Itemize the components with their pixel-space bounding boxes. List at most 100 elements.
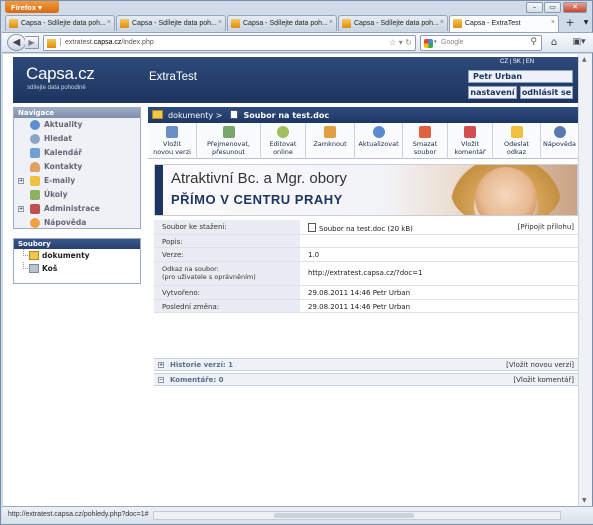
scroll-thumb[interactable] bbox=[274, 513, 414, 518]
help-button[interactable]: Nápověda bbox=[541, 123, 578, 159]
capsa-favicon-icon bbox=[231, 19, 240, 28]
sidebar-item-aktuality[interactable]: Aktuality bbox=[14, 118, 140, 132]
sidebar-item-ukoly[interactable]: Úkoly bbox=[14, 188, 140, 202]
minimize-button[interactable]: – bbox=[526, 2, 543, 13]
expand-icon[interactable]: + bbox=[18, 178, 24, 184]
site-favicon-icon bbox=[47, 39, 56, 48]
comments-section[interactable]: − Komentáře: 0 [Vložit komentář] bbox=[154, 373, 578, 386]
browser-tab-active[interactable]: Capsa - ExtraTest × bbox=[449, 15, 559, 32]
sidebar-item-kontakty[interactable]: Kontakty bbox=[14, 160, 140, 174]
rename-move-button[interactable]: Přejmenovat, přesunout bbox=[197, 123, 261, 159]
add-version-link[interactable]: [Vložit novou verzi] bbox=[506, 361, 574, 369]
site-header: Capsa.cz sdílejte data pohodlně ExtraTes… bbox=[13, 57, 578, 103]
admin-icon bbox=[30, 204, 40, 214]
tab-label: Capsa - Sdílejte data poh... bbox=[354, 20, 439, 27]
new-tab-button[interactable]: + bbox=[562, 16, 578, 30]
add-comment-button[interactable]: Vložit komentář bbox=[448, 123, 493, 159]
info-row-created: Vytvořeno: 29.08.2011 14:46 Petr Urban bbox=[154, 286, 578, 300]
vertical-scrollbar[interactable]: ▲ ▼ bbox=[578, 54, 592, 506]
lock-icon bbox=[324, 126, 336, 138]
close-window-button[interactable]: ✕ bbox=[563, 2, 587, 13]
bookmark-star-icon[interactable]: ☆ bbox=[389, 38, 396, 47]
back-arrow-icon[interactable]: ◀ bbox=[7, 34, 26, 51]
forward-arrow-icon[interactable]: ▶ bbox=[25, 36, 39, 49]
send-link-button[interactable]: Odeslat odkaz bbox=[493, 123, 541, 159]
url-text: extratest.capsa.cz/index.php bbox=[65, 39, 154, 46]
help-icon bbox=[30, 218, 40, 228]
info-row-modified: Poslední změna: 29.08.2011 14:46 Petr Ur… bbox=[154, 300, 578, 313]
url-bar[interactable]: | extratest.capsa.cz/index.php ☆ ▾ ↻ bbox=[43, 35, 416, 51]
close-tab-icon[interactable]: × bbox=[551, 19, 555, 26]
home-icon[interactable]: ⌂ bbox=[546, 35, 562, 51]
info-row-link: Odkaz na soubor: (pro uživatele s oprávn… bbox=[154, 262, 578, 286]
sidebar-item-administrace[interactable]: + Administrace bbox=[14, 202, 140, 216]
settings-button[interactable]: nastavení bbox=[468, 86, 517, 99]
browser-window: Firefox ▾ – ▭ ✕ Capsa - Sdílejte data po… bbox=[0, 0, 593, 525]
google-icon[interactable] bbox=[424, 39, 433, 48]
logout-button[interactable]: odhlásit se bbox=[520, 86, 573, 99]
tab-strip: Capsa - Sdílejte data poh... × Capsa - Sd… bbox=[5, 15, 591, 32]
site-name: ExtraTest bbox=[149, 71, 197, 83]
addon-bar-icon[interactable]: ▣▾ bbox=[568, 35, 590, 51]
close-tab-icon[interactable]: × bbox=[329, 19, 333, 26]
close-tab-icon[interactable]: × bbox=[107, 19, 111, 26]
refresh-button[interactable]: Aktualizovat bbox=[355, 123, 403, 159]
folder-kos[interactable]: Koš bbox=[14, 262, 140, 275]
delete-file-button[interactable]: Smazat soubor bbox=[403, 123, 448, 159]
banner-line-1: Atraktivní Bc. a Mgr. obory bbox=[171, 170, 347, 187]
navigation-bar: ◀ ▶ | extratest.capsa.cz/index.php ☆ ▾ ↻… bbox=[2, 32, 593, 53]
lock-button[interactable]: Zamknout bbox=[306, 123, 355, 159]
scroll-up-icon[interactable]: ▲ bbox=[582, 56, 587, 63]
breadcrumb-folder[interactable]: dokumenty > bbox=[168, 111, 222, 120]
upload-version-button[interactable]: Vložit novou verzi bbox=[148, 123, 197, 159]
firefox-menu-button[interactable]: Firefox ▾ bbox=[5, 1, 59, 13]
breadcrumb: dokumenty > Soubor na test.doc bbox=[148, 107, 578, 123]
expand-icon[interactable]: + bbox=[18, 206, 24, 212]
sidebar-item-emaily[interactable]: + E-maily bbox=[14, 174, 140, 188]
sidebar-item-napoveda[interactable]: Nápověda bbox=[14, 216, 140, 230]
banner-line-2: PŘÍMO V CENTRU PRAHY bbox=[171, 192, 343, 207]
add-comment-link[interactable]: [Vložit komentář] bbox=[513, 376, 574, 384]
folder-dokumenty[interactable]: dokumenty bbox=[14, 249, 140, 262]
calendar-icon bbox=[30, 148, 40, 158]
capsa-logo[interactable]: Capsa.cz bbox=[26, 64, 95, 84]
page-viewport: Capsa.cz sdílejte data pohodlně ExtraTes… bbox=[3, 54, 592, 506]
sidebar-item-kalendar[interactable]: Kalendář bbox=[14, 146, 140, 160]
refresh-icon bbox=[372, 126, 385, 138]
maximize-button[interactable]: ▭ bbox=[544, 2, 561, 13]
info-row-description: Popis: bbox=[154, 235, 578, 248]
folder-icon bbox=[152, 110, 163, 119]
close-tab-icon[interactable]: × bbox=[218, 19, 222, 26]
attach-file-link[interactable]: [Připojit přílohu] bbox=[518, 223, 574, 231]
browser-tab[interactable]: Capsa - Sdílejte data poh... × bbox=[227, 15, 337, 31]
reload-icon[interactable]: ↻ bbox=[405, 38, 412, 47]
browser-tab[interactable]: Capsa - Sdílejte data poh... × bbox=[116, 15, 226, 31]
files-panel: Soubory dokumenty Koš bbox=[13, 238, 141, 284]
upload-version-icon bbox=[166, 126, 178, 138]
close-tab-icon[interactable]: × bbox=[440, 19, 444, 26]
collapse-icon[interactable]: − bbox=[158, 377, 164, 383]
edit-online-button[interactable]: Editovat online bbox=[261, 123, 306, 159]
browser-tab[interactable]: Capsa - Sdílejte data poh... × bbox=[338, 15, 448, 31]
search-placeholder: Google bbox=[441, 39, 464, 46]
version-history-section[interactable]: + Historie verzí: 1 [Vložit novou verzi] bbox=[154, 358, 578, 371]
tab-list-icon[interactable]: ▼ bbox=[580, 16, 592, 30]
files-title: Soubory bbox=[14, 239, 140, 249]
advertisement-banner[interactable]: Atraktivní Bc. a Mgr. obory PŘÍMO V CENT… bbox=[154, 164, 578, 216]
search-bar[interactable]: ▾ Google ⚲ bbox=[420, 35, 542, 51]
document-icon bbox=[308, 223, 316, 232]
username-field: Petr Urban bbox=[468, 70, 573, 83]
contacts-icon bbox=[30, 162, 40, 172]
sidebar-item-hledat[interactable]: Hledat bbox=[14, 132, 140, 146]
horizontal-scrollbar[interactable] bbox=[153, 511, 561, 520]
scroll-down-icon[interactable]: ▼ bbox=[582, 497, 587, 504]
help-icon bbox=[553, 126, 566, 138]
download-file-link[interactable]: Soubor na test.doc (20 kB) bbox=[319, 225, 413, 233]
expand-icon[interactable]: + bbox=[158, 362, 164, 368]
logo-tagline: sdílejte data pohodlně bbox=[27, 85, 86, 91]
search-icon[interactable]: ⚲ bbox=[530, 37, 537, 47]
capsa-favicon-icon bbox=[120, 19, 129, 28]
browser-tab[interactable]: Capsa - Sdílejte data poh... × bbox=[5, 15, 115, 31]
file-info-table: Soubor ke stažení: Soubor na test.doc (2… bbox=[154, 220, 578, 313]
language-switcher[interactable]: CZ | SK | EN bbox=[500, 59, 534, 65]
